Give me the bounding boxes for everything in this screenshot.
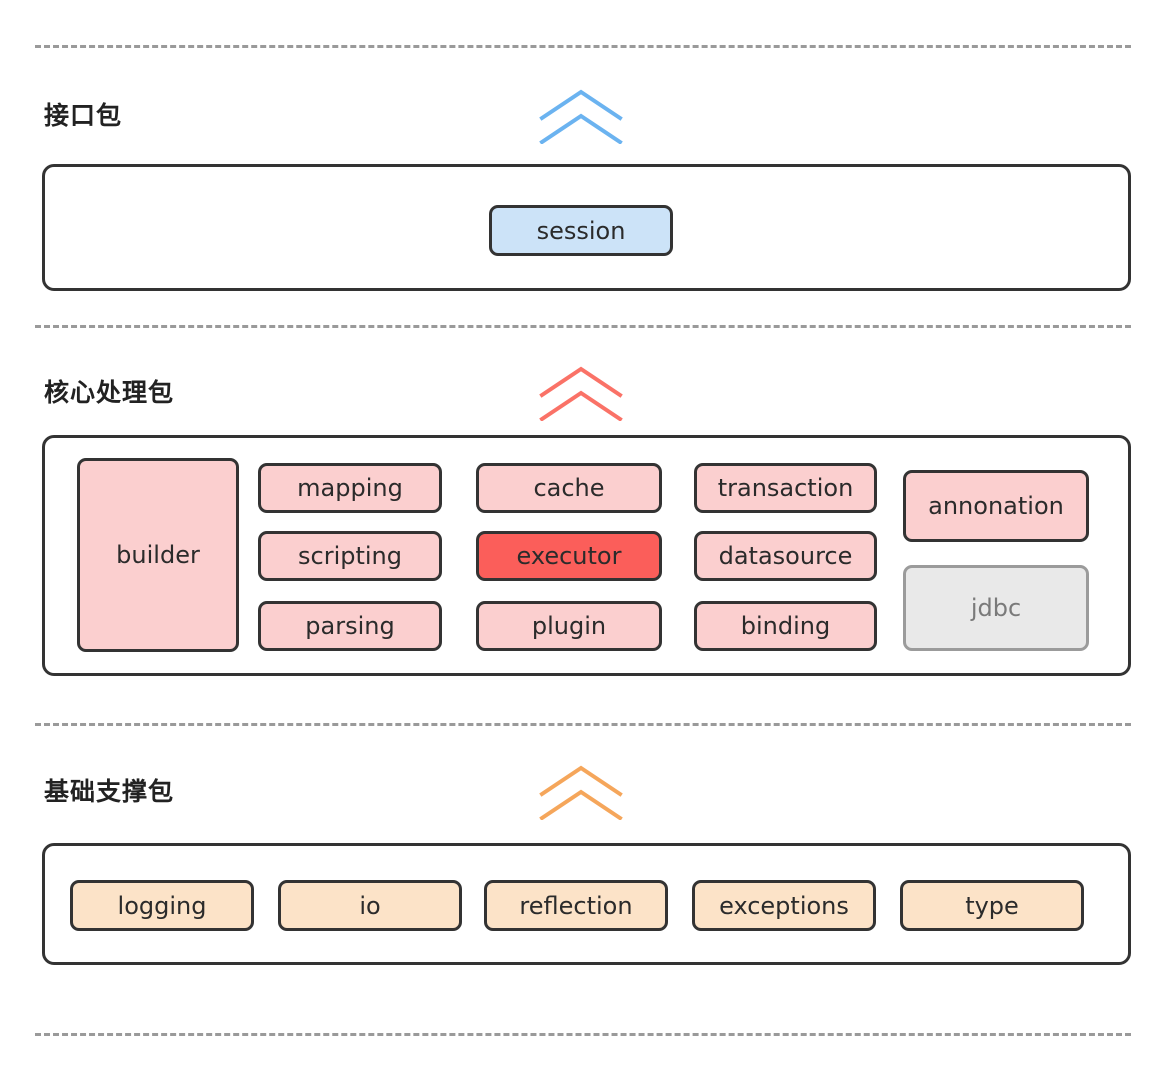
module-label: logging (117, 891, 207, 920)
module-label: jdbc (970, 594, 1022, 622)
module-label: annonation (928, 492, 1064, 520)
package-architecture-diagram: 接口包 session 核心处理包 builder mapping script… (0, 0, 1169, 1079)
module-label: executor (516, 542, 622, 570)
module-executor[interactable]: executor (476, 531, 662, 581)
double-chevron-up-icon-core (539, 366, 623, 421)
module-transaction[interactable]: transaction (694, 463, 877, 513)
module-type[interactable]: type (900, 880, 1084, 931)
module-label: cache (533, 474, 605, 502)
module-reflection[interactable]: reflection (484, 880, 668, 931)
divider-interface-core (35, 325, 1131, 328)
module-cache[interactable]: cache (476, 463, 662, 513)
module-label: transaction (717, 474, 854, 502)
module-session[interactable]: session (489, 205, 673, 256)
module-label: builder (116, 541, 200, 569)
module-mapping[interactable]: mapping (258, 463, 442, 513)
module-builder[interactable]: builder (77, 458, 239, 652)
module-io[interactable]: io (278, 880, 462, 931)
module-label: plugin (531, 612, 607, 640)
layer-title-core: 核心处理包 (44, 378, 175, 407)
double-chevron-up-icon-interface (539, 89, 623, 144)
layer-title-interface: 接口包 (44, 101, 123, 130)
module-label: session (536, 216, 626, 245)
module-annonation[interactable]: annonation (903, 470, 1089, 542)
module-label: mapping (297, 474, 403, 502)
module-label: type (965, 891, 1019, 920)
module-label: io (359, 891, 381, 920)
divider-top (35, 45, 1131, 48)
module-logging[interactable]: logging (70, 880, 254, 931)
module-scripting[interactable]: scripting (258, 531, 442, 581)
divider-core-base (35, 723, 1131, 726)
module-exceptions[interactable]: exceptions (692, 880, 876, 931)
module-jdbc[interactable]: jdbc (903, 565, 1089, 651)
module-label: parsing (305, 612, 395, 640)
module-datasource[interactable]: datasource (694, 531, 877, 581)
layer-title-base: 基础支撑包 (44, 777, 175, 806)
module-label: binding (740, 612, 831, 640)
module-plugin[interactable]: plugin (476, 601, 662, 651)
module-label: exceptions (719, 891, 849, 920)
module-label: reflection (519, 891, 633, 920)
module-parsing[interactable]: parsing (258, 601, 442, 651)
divider-bottom (35, 1033, 1131, 1036)
module-label: datasource (718, 542, 853, 570)
module-label: scripting (298, 542, 402, 570)
double-chevron-up-icon-base (539, 765, 623, 820)
module-binding[interactable]: binding (694, 601, 877, 651)
